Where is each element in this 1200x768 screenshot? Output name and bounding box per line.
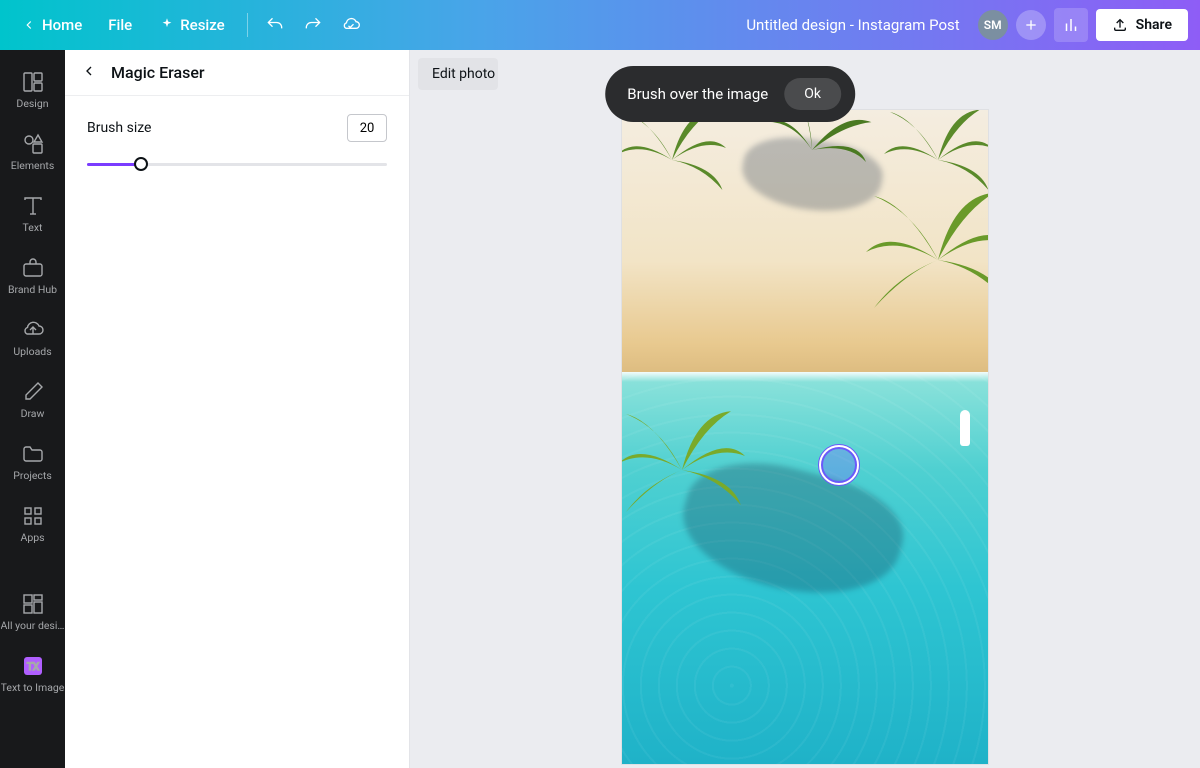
canvas-area: Edit photo Brush over the image Ok (410, 50, 1200, 768)
upload-icon (1112, 17, 1128, 33)
brush-size-slider[interactable] (87, 156, 387, 172)
side-panel: Magic Eraser Brush size (65, 50, 410, 768)
rail-label: Text (1, 222, 65, 234)
avatar-initials: SM (984, 18, 1002, 32)
toast-message: Brush over the image (627, 85, 768, 103)
rail-label: Text to Image (1, 682, 65, 694)
pencil-icon (21, 380, 45, 404)
toast-ok-button[interactable]: Ok (784, 78, 841, 110)
cloud-check-icon (341, 15, 361, 35)
image-palm-tree (622, 110, 732, 220)
rail-elements[interactable]: Elements (0, 122, 65, 182)
rail-label: All your desi… (1, 620, 65, 632)
folder-icon (21, 442, 45, 466)
brush-cursor-indicator (818, 444, 860, 486)
panel-back-button[interactable] (81, 63, 97, 83)
image-shoreline (622, 372, 988, 382)
layout-icon (21, 70, 45, 94)
cloud-sync-button[interactable] (334, 8, 368, 42)
dashboard-icon (21, 592, 45, 616)
cloud-upload-icon (21, 318, 45, 342)
rail-text-to-image[interactable]: TX Text to Image (0, 644, 65, 704)
edit-photo-button[interactable]: Edit photo (418, 58, 498, 90)
shapes-icon (21, 132, 45, 156)
resize-label: Resize (180, 16, 224, 34)
briefcase-icon (21, 256, 45, 280)
file-label: File (108, 16, 132, 34)
slider-fill (87, 163, 141, 166)
resize-button[interactable]: Resize (148, 10, 236, 40)
share-button[interactable]: Share (1096, 9, 1188, 41)
rail-projects[interactable]: Projects (0, 432, 65, 492)
image-palm-tree (622, 400, 752, 540)
undo-icon (265, 15, 285, 35)
share-label: Share (1136, 17, 1172, 33)
text-icon (21, 194, 45, 218)
insights-button[interactable] (1054, 8, 1088, 42)
panel-header: Magic Eraser (65, 50, 409, 96)
home-button[interactable]: Home (12, 10, 92, 40)
artboard-image[interactable] (622, 110, 988, 764)
undo-button[interactable] (258, 8, 292, 42)
rail-label: Uploads (1, 346, 65, 358)
rail-label: Apps (1, 532, 65, 544)
panel-title: Magic Eraser (111, 63, 205, 82)
rail-uploads[interactable]: Uploads (0, 308, 65, 368)
rail-label: Draw (1, 408, 65, 420)
file-menu[interactable]: File (96, 10, 144, 40)
rail-text[interactable]: Text (0, 184, 65, 244)
rail-label: Design (1, 98, 65, 110)
user-avatar[interactable]: SM (978, 10, 1008, 40)
redo-button[interactable] (296, 8, 330, 42)
rail-apps[interactable]: Apps (0, 494, 65, 554)
rail-draw[interactable]: Draw (0, 370, 65, 430)
chevron-left-icon (81, 63, 97, 79)
chevron-left-icon (22, 18, 36, 32)
text-image-icon: TX (21, 654, 45, 678)
bar-chart-icon (1062, 16, 1080, 34)
grid-icon (21, 504, 45, 528)
brush-size-label: Brush size (87, 120, 151, 136)
plus-icon (1023, 17, 1039, 33)
rail-brand-hub[interactable]: Brand Hub (0, 246, 65, 306)
image-palm-tree (858, 180, 988, 340)
redo-icon (303, 15, 323, 35)
slider-thumb[interactable] (134, 157, 148, 171)
top-bar: Home File Resize SM Share (0, 0, 1200, 50)
rail-design[interactable]: Design (0, 60, 65, 120)
side-rail: Design Elements Text Brand Hub Uploads D… (0, 50, 65, 768)
rail-label: Elements (1, 160, 65, 172)
svg-text:TX: TX (26, 662, 38, 673)
add-collaborator-button[interactable] (1016, 10, 1046, 40)
brush-size-input[interactable] (347, 114, 387, 142)
document-title-input[interactable] (670, 10, 970, 40)
rail-all-designs[interactable]: All your desi… (0, 582, 65, 642)
toolbar-divider (247, 13, 248, 37)
image-boat (960, 410, 970, 446)
instruction-toast: Brush over the image Ok (605, 66, 855, 122)
rail-label: Projects (1, 470, 65, 482)
rail-label: Brand Hub (1, 284, 65, 296)
sparkle-icon (160, 18, 174, 32)
home-label: Home (42, 16, 82, 34)
